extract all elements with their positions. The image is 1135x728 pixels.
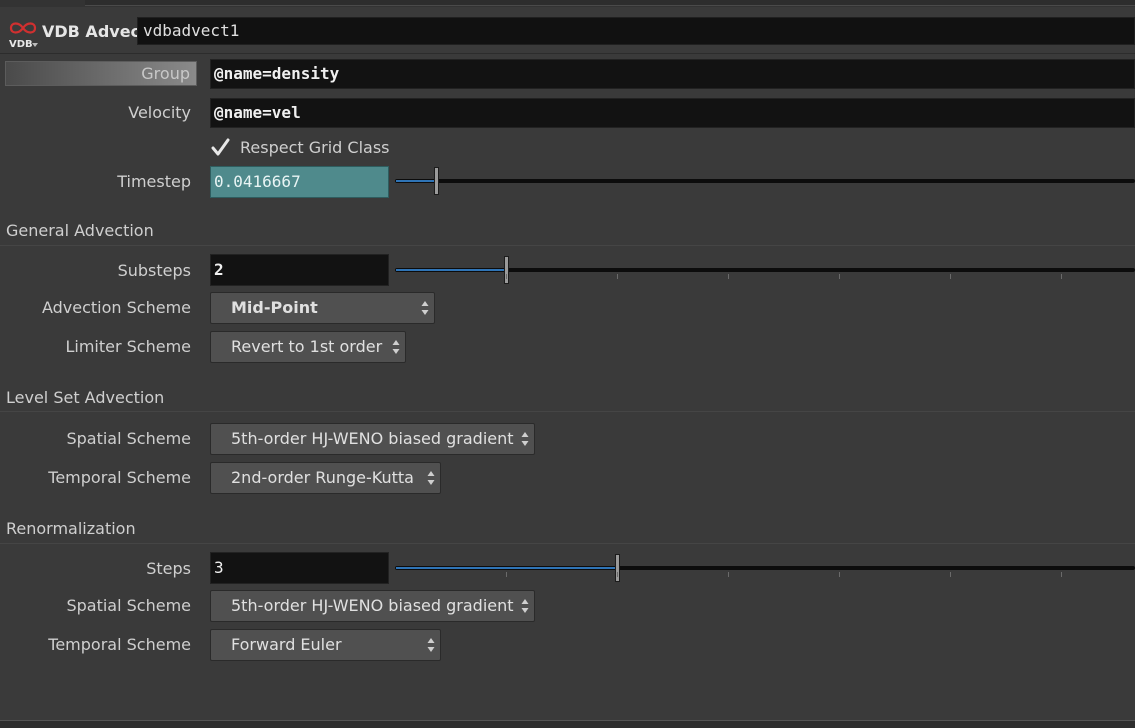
slider-tick [839, 572, 840, 577]
up-down-arrows-icon [392, 340, 400, 354]
slider-fill [396, 567, 617, 569]
slider-handle[interactable] [504, 256, 509, 284]
ls-spatial-scheme-value: 5th-order HJ-WENO biased gradient [231, 429, 514, 448]
timestep-slider[interactable] [395, 167, 1135, 195]
section-level-set-advection: Level Set Advection [6, 388, 165, 407]
up-down-arrows-icon [427, 471, 435, 485]
slider-tick [728, 274, 729, 279]
section-renormalization: Renormalization [6, 519, 136, 538]
up-down-arrows-icon [421, 301, 429, 315]
advection-scheme-dropdown[interactable]: Mid-Point [210, 292, 435, 324]
ls-spatial-scheme-label: Spatial Scheme [66, 429, 191, 448]
header-divider [0, 53, 1135, 54]
velocity-field[interactable]: @name=vel [210, 98, 1135, 128]
slider-handle[interactable] [434, 167, 439, 195]
ls-temporal-scheme-dropdown[interactable]: 2nd-order Runge-Kutta [210, 462, 441, 494]
slider-track [395, 179, 1135, 183]
timestep-field[interactable]: 0.0416667 [210, 166, 389, 198]
vdb-logo-icon: VDB [9, 22, 38, 50]
slider-tick [950, 572, 951, 577]
steps-label: Steps [146, 559, 191, 578]
advection-scheme-label: Advection Scheme [41, 298, 191, 317]
group-field[interactable]: @name=density [210, 59, 1135, 89]
group-button[interactable]: Group [5, 61, 197, 86]
slider-tick [1061, 572, 1062, 577]
section-separator [0, 411, 1135, 412]
substeps-field[interactable]: 2 [210, 254, 389, 286]
rn-temporal-scheme-label: Temporal Scheme [48, 635, 191, 654]
node-type-label: VDB Advect [42, 22, 148, 41]
checkmark-icon [211, 138, 230, 156]
ls-temporal-scheme-label: Temporal Scheme [48, 468, 191, 487]
slider-tick [506, 274, 507, 279]
vdb-logo-text: VDB [9, 39, 33, 50]
limiter-scheme-value: Revert to 1st order [231, 337, 383, 356]
velocity-label: Velocity [128, 103, 191, 122]
respect-grid-class-label: Respect Grid Class [240, 138, 390, 157]
steps-field[interactable]: 3 [210, 552, 389, 584]
slider-tick [728, 572, 729, 577]
rn-spatial-scheme-value: 5th-order HJ-WENO biased gradient [231, 596, 514, 615]
up-down-arrows-icon [521, 599, 529, 613]
rn-spatial-scheme-label: Spatial Scheme [66, 596, 191, 615]
up-down-arrows-icon [427, 638, 435, 652]
up-down-arrows-icon [521, 432, 529, 446]
slider-fill [396, 269, 506, 271]
top-scroll-bar [85, 0, 1135, 6]
slider-tick [617, 274, 618, 279]
substeps-slider[interactable] [395, 256, 1135, 284]
section-general-advection: General Advection [6, 221, 154, 240]
ls-spatial-scheme-dropdown[interactable]: 5th-order HJ-WENO biased gradient [210, 423, 535, 455]
limiter-scheme-dropdown[interactable]: Revert to 1st order [210, 331, 406, 363]
slider-tick [506, 572, 507, 577]
rn-temporal-scheme-dropdown[interactable]: Forward Euler [210, 629, 441, 661]
node-name-field[interactable]: vdbadvect1 [137, 17, 1135, 45]
timestep-label: Timestep [117, 172, 191, 191]
section-separator [0, 543, 1135, 544]
parameter-header: VDB VDB Advect vdbadvect1 [0, 14, 1135, 50]
substeps-label: Substeps [117, 261, 191, 280]
slider-tick [839, 274, 840, 279]
slider-tick [1061, 274, 1062, 279]
ls-temporal-scheme-value: 2nd-order Runge-Kutta [231, 468, 414, 487]
steps-slider[interactable] [395, 554, 1135, 582]
rn-spatial-scheme-dropdown[interactable]: 5th-order HJ-WENO biased gradient [210, 590, 535, 622]
rn-temporal-scheme-value: Forward Euler [231, 635, 342, 654]
top-strip [0, 0, 1135, 7]
slider-tick [617, 572, 618, 577]
limiter-scheme-label: Limiter Scheme [65, 337, 191, 356]
slider-fill [396, 180, 436, 182]
section-separator [0, 245, 1135, 246]
respect-grid-class-checkbox[interactable] [209, 137, 231, 159]
advection-scheme-value: Mid-Point [231, 298, 318, 317]
slider-handle[interactable] [615, 554, 620, 582]
slider-tick [950, 274, 951, 279]
